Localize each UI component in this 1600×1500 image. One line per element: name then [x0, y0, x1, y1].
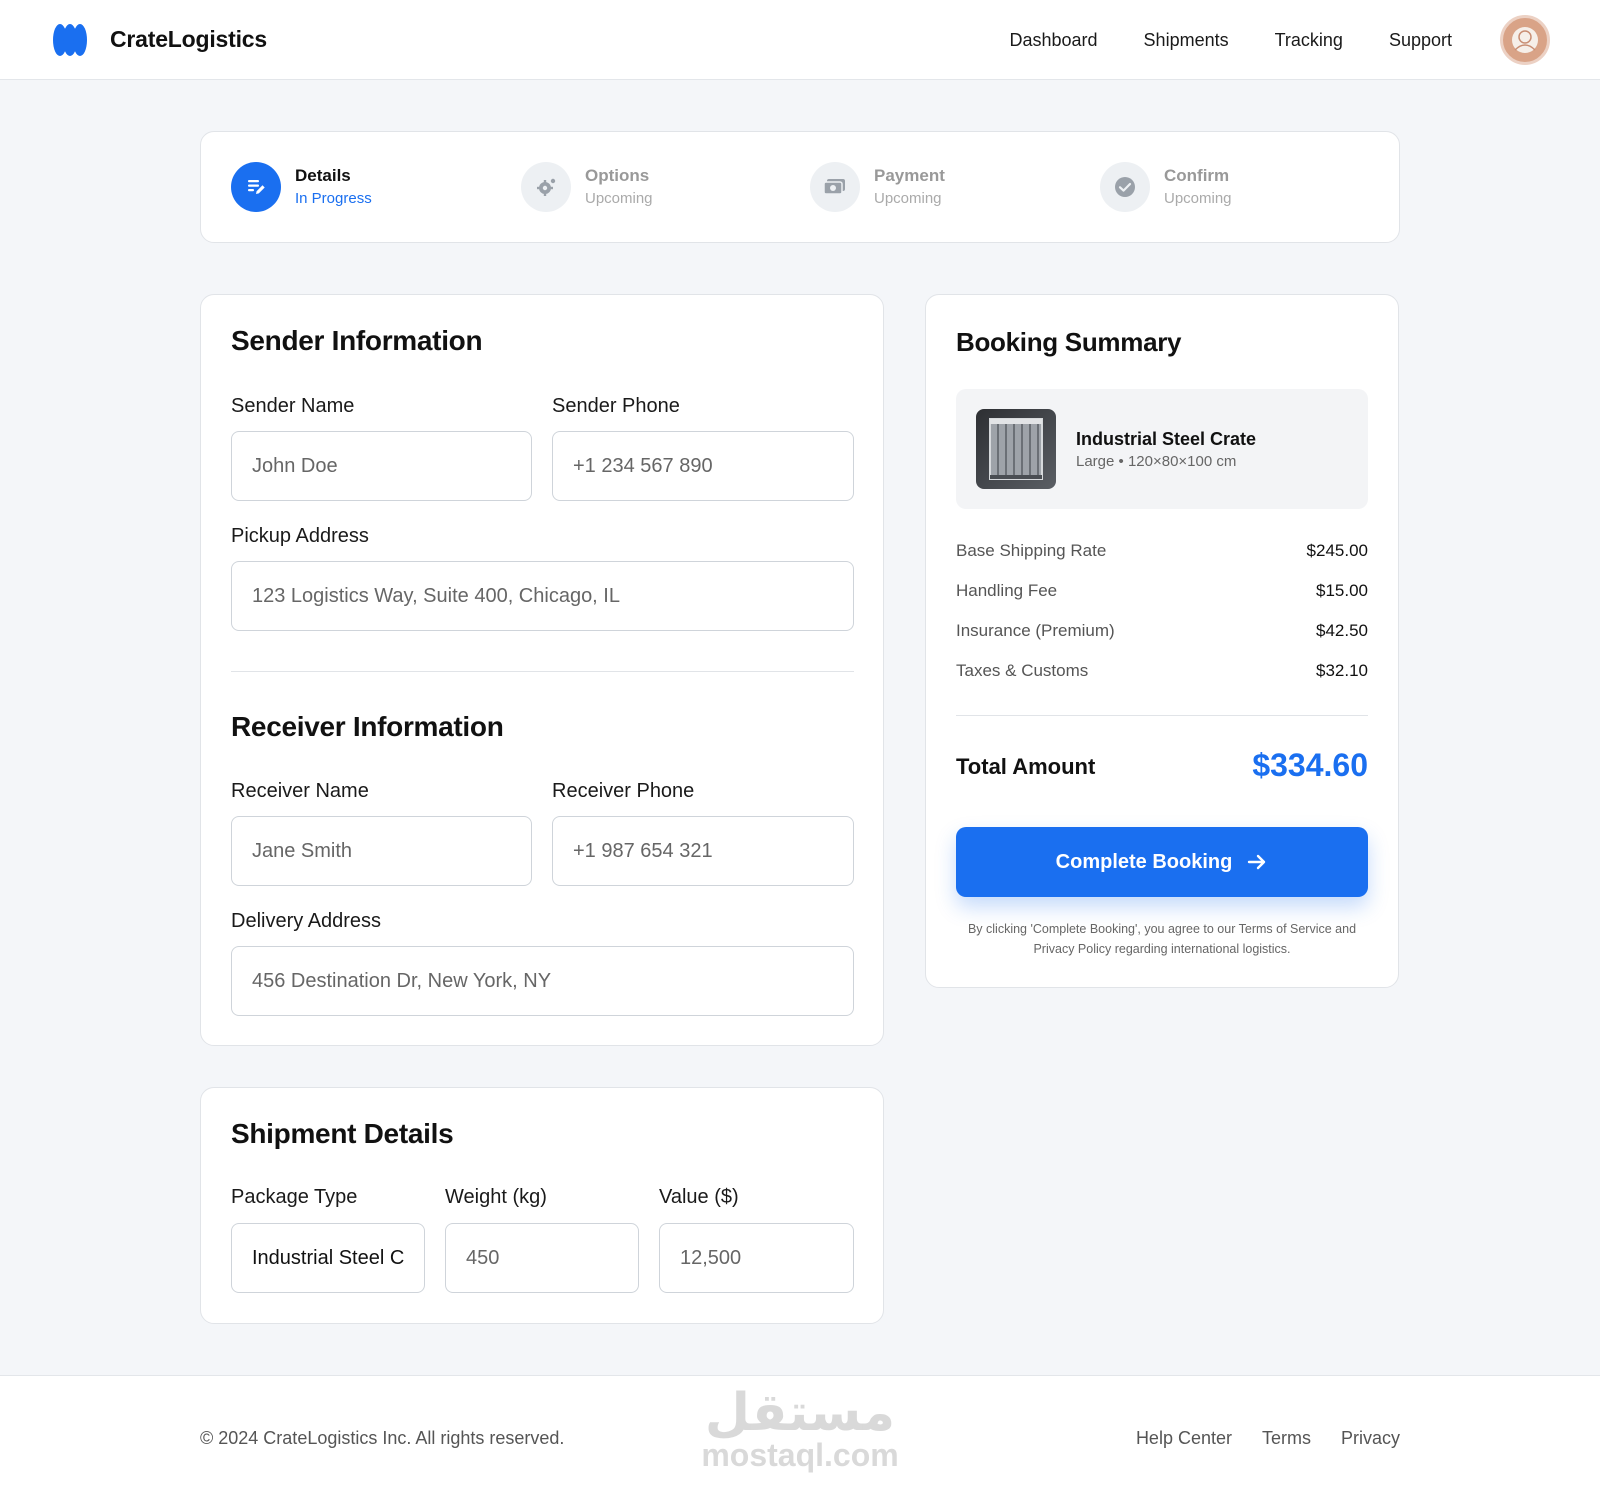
watermark-english: mostaql.com — [701, 1437, 899, 1473]
step-options-title: Options — [585, 166, 650, 185]
fee-label: Insurance (Premium) — [956, 621, 1115, 640]
nav-tracking[interactable]: Tracking — [1275, 30, 1343, 51]
sender-phone-label: Sender Phone — [552, 395, 680, 417]
page-footer: © 2024 CrateLogistics Inc. All rights re… — [0, 1375, 1600, 1500]
receiver-name-input[interactable]: Jane Smith — [231, 816, 532, 886]
arrow-right-icon — [1248, 854, 1266, 870]
value-input[interactable]: 12,500 — [659, 1223, 854, 1293]
nav-dashboard[interactable]: Dashboard — [1009, 30, 1097, 51]
step-options-circle — [521, 162, 571, 212]
sender-section-title: Sender Information — [231, 325, 483, 356]
crate-image — [976, 409, 1056, 489]
weight-label: Weight (kg) — [445, 1186, 547, 1208]
shipment-section-title: Shipment Details — [231, 1118, 454, 1149]
fee-row-taxes: Taxes & Customs $32.10 — [956, 661, 1368, 685]
delivery-address-input[interactable]: 456 Destination Dr, New York, NY — [231, 946, 854, 1016]
contact-info-card: Sender Information Sender Name John Doe … — [200, 294, 884, 1046]
fee-label: Taxes & Customs — [956, 661, 1089, 680]
logo-icon[interactable] — [52, 22, 88, 58]
step-details-title: Details — [295, 166, 351, 185]
brand-name[interactable]: CrateLogistics — [110, 26, 267, 53]
value-label: Value ($) — [659, 1186, 739, 1208]
check-circle-icon — [1115, 177, 1135, 197]
complete-booking-label: Complete Booking — [1055, 850, 1233, 873]
booking-disclaimer: By clicking 'Complete Booking', you agre… — [967, 922, 1357, 956]
fee-value: $42.50 — [1316, 621, 1368, 640]
summary-divider — [956, 715, 1368, 716]
sender-name-input[interactable]: John Doe — [231, 431, 532, 501]
fee-value: $15.00 — [1316, 581, 1368, 600]
nav-shipments[interactable]: Shipments — [1144, 30, 1229, 51]
footer-links: Help Center Terms Privacy — [1136, 1428, 1400, 1449]
step-payment-circle — [810, 162, 860, 212]
booking-summary-card: Booking Summary Industrial Steel Crate L… — [925, 294, 1399, 988]
summary-title: Booking Summary — [956, 327, 1182, 357]
delivery-address-label: Delivery Address — [231, 910, 382, 932]
pickup-address-input[interactable]: 123 Logistics Way, Suite 400, Chicago, I… — [231, 561, 854, 631]
watermark: مستقل mostaql.com — [700, 1384, 900, 1472]
fee-label: Base Shipping Rate — [956, 541, 1107, 560]
booking-stepper: Details In Progress Options Upcoming Pay… — [200, 131, 1400, 243]
receiver-name-label: Receiver Name — [231, 780, 369, 802]
user-icon — [1512, 27, 1538, 53]
sender-phone-input[interactable]: +1 234 567 890 — [552, 431, 854, 501]
complete-booking-button[interactable]: Complete Booking — [956, 827, 1368, 897]
pickup-address-label: Pickup Address — [231, 525, 369, 547]
section-divider — [231, 671, 854, 672]
receiver-phone-label: Receiver Phone — [552, 780, 695, 802]
footer-link-privacy[interactable]: Privacy — [1341, 1428, 1400, 1449]
package-type-select[interactable]: Industrial Steel C — [231, 1223, 425, 1293]
weight-input[interactable]: 450 — [445, 1223, 639, 1293]
fee-row-base: Base Shipping Rate $245.00 — [956, 541, 1368, 565]
shipment-details-card: Shipment Details Package Type Industrial… — [200, 1087, 884, 1324]
step-details-circle — [231, 162, 281, 212]
product-details: Large • 120×80×100 cm — [1076, 453, 1237, 470]
fee-value: $245.00 — [1306, 541, 1368, 560]
fee-row-handling: Handling Fee $15.00 — [956, 581, 1368, 605]
product-card: Industrial Steel Crate Large • 120×80×10… — [956, 389, 1368, 509]
receiver-phone-input[interactable]: +1 987 654 321 — [552, 816, 854, 886]
total-label: Total Amount — [956, 754, 1096, 779]
step-payment-status: Upcoming — [874, 190, 942, 207]
package-type-label: Package Type — [231, 1186, 358, 1208]
fee-row-insurance: Insurance (Premium) $42.50 — [956, 621, 1368, 645]
fee-value: $32.10 — [1316, 661, 1368, 680]
step-options-status: Upcoming — [585, 190, 653, 207]
product-name: Industrial Steel Crate — [1076, 429, 1257, 449]
copyright-text: © 2024 CrateLogistics Inc. All rights re… — [200, 1428, 565, 1448]
footer-link-terms[interactable]: Terms — [1262, 1428, 1311, 1449]
payment-icon — [823, 179, 845, 195]
watermark-arabic: مستقل — [704, 1383, 896, 1443]
edit-icon — [248, 180, 265, 194]
main-nav: Dashboard Shipments Tracking Support — [1009, 30, 1452, 51]
step-details-status: In Progress — [295, 190, 372, 207]
receiver-section-title: Receiver Information — [231, 711, 504, 742]
step-confirm-status: Upcoming — [1164, 190, 1232, 207]
nav-support[interactable]: Support — [1389, 30, 1452, 51]
footer-link-help-center[interactable]: Help Center — [1136, 1428, 1232, 1449]
top-header: CrateLogistics Dashboard Shipments Track… — [0, 0, 1600, 80]
gear-icon — [537, 178, 556, 196]
total-amount: $334.60 — [1252, 747, 1368, 783]
step-payment-title: Payment — [874, 166, 945, 185]
step-confirm-circle — [1100, 162, 1150, 212]
fee-label: Handling Fee — [956, 581, 1058, 600]
crate-illustration — [989, 418, 1043, 480]
step-confirm-title: Confirm — [1164, 166, 1230, 185]
sender-name-label: Sender Name — [231, 395, 355, 417]
user-avatar[interactable] — [1500, 15, 1550, 65]
